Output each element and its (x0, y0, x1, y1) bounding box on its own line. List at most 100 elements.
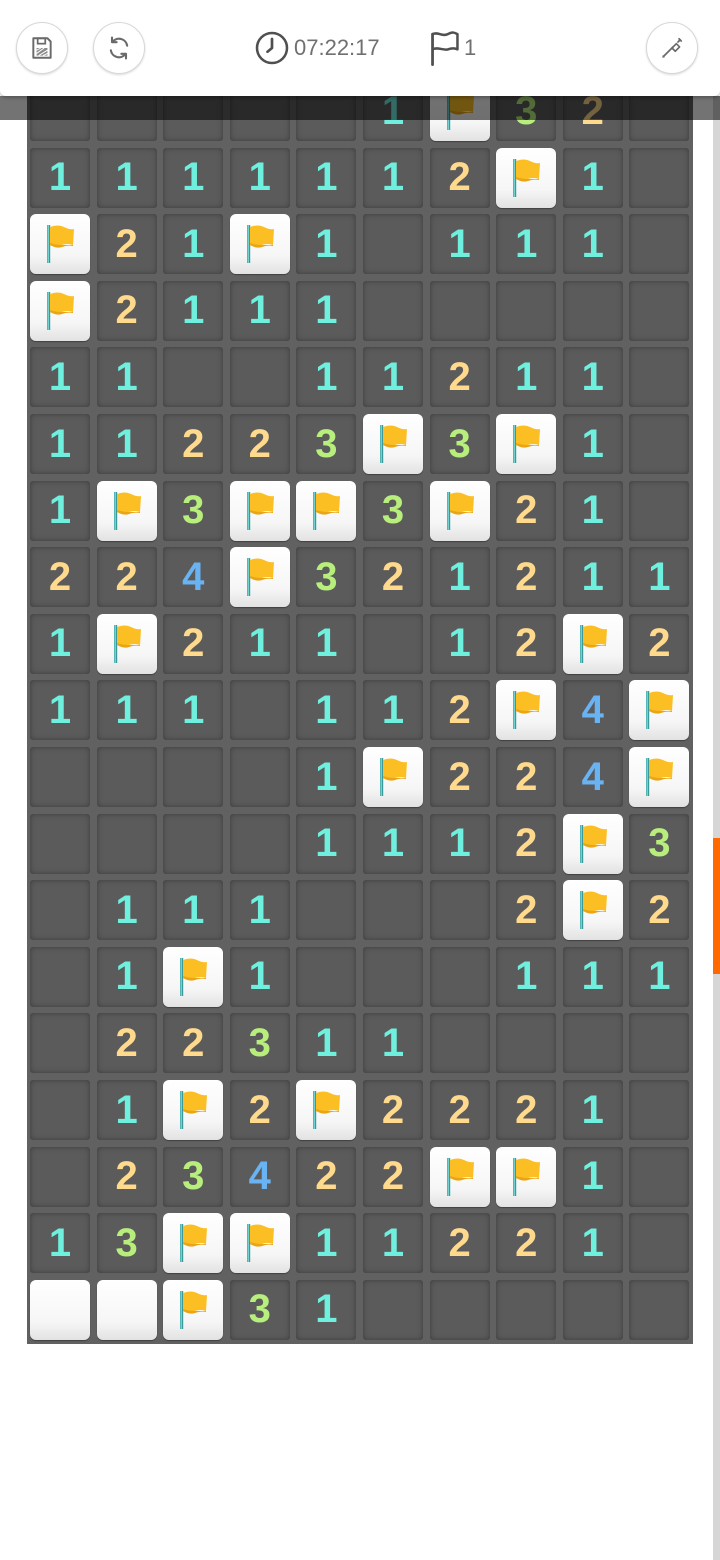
number-cell[interactable]: 1 (96, 680, 157, 741)
number-cell[interactable]: 1 (363, 813, 423, 874)
number-cell[interactable]: 1 (229, 280, 290, 341)
flagged-cell[interactable] (163, 1279, 224, 1340)
empty-cell[interactable] (629, 480, 690, 541)
empty-cell[interactable] (429, 1013, 490, 1074)
save-button[interactable] (16, 22, 68, 74)
number-cell[interactable]: 1 (562, 480, 623, 541)
flagged-cell[interactable] (363, 747, 423, 807)
number-cell[interactable]: 2 (96, 214, 157, 275)
number-cell[interactable]: 3 (296, 547, 357, 608)
number-cell[interactable]: 1 (30, 680, 90, 741)
empty-cell[interactable] (629, 280, 690, 341)
number-cell[interactable]: 2 (363, 1080, 423, 1140)
empty-cell[interactable] (496, 1013, 557, 1074)
flagged-cell[interactable] (229, 547, 290, 608)
number-cell[interactable]: 1 (296, 1213, 357, 1274)
number-cell[interactable]: 2 (629, 613, 690, 674)
number-cell[interactable]: 2 (96, 280, 157, 341)
flagged-cell[interactable] (629, 747, 690, 807)
unrevealed-cell[interactable] (96, 1279, 157, 1340)
number-cell[interactable]: 3 (629, 813, 690, 874)
number-cell[interactable]: 2 (429, 1213, 490, 1274)
minesweeper-board[interactable]: 1321111112121111121111111211112233113321… (27, 78, 693, 1344)
empty-cell[interactable] (363, 280, 423, 341)
number-cell[interactable]: 2 (96, 1013, 157, 1074)
number-cell[interactable]: 1 (562, 147, 623, 208)
empty-cell[interactable] (629, 1279, 690, 1340)
flagged-cell[interactable] (429, 480, 490, 541)
number-cell[interactable]: 1 (96, 880, 157, 941)
number-cell[interactable]: 1 (30, 613, 90, 674)
number-cell[interactable]: 2 (30, 547, 90, 608)
number-cell[interactable]: 1 (296, 214, 357, 275)
number-cell[interactable]: 2 (496, 747, 557, 807)
empty-cell[interactable] (496, 1279, 557, 1340)
number-cell[interactable]: 3 (229, 1013, 290, 1074)
scrollbar-thumb[interactable] (713, 838, 720, 974)
number-cell[interactable]: 2 (429, 347, 490, 408)
empty-cell[interactable] (429, 880, 490, 941)
empty-cell[interactable] (163, 813, 224, 874)
empty-cell[interactable] (30, 880, 90, 941)
number-cell[interactable]: 1 (229, 147, 290, 208)
empty-cell[interactable] (229, 813, 290, 874)
number-cell[interactable]: 2 (296, 1146, 357, 1207)
number-cell[interactable]: 1 (363, 1213, 423, 1274)
number-cell[interactable]: 4 (163, 547, 224, 608)
flagged-cell[interactable] (229, 214, 290, 275)
number-cell[interactable]: 2 (496, 480, 557, 541)
flagged-cell[interactable] (296, 1080, 357, 1140)
empty-cell[interactable] (30, 946, 90, 1007)
number-cell[interactable]: 2 (429, 747, 490, 807)
number-cell[interactable]: 1 (296, 1279, 357, 1340)
number-cell[interactable]: 2 (429, 680, 490, 741)
number-cell[interactable]: 3 (163, 480, 224, 541)
number-cell[interactable]: 1 (296, 813, 357, 874)
number-cell[interactable]: 1 (96, 1080, 157, 1140)
flagged-cell[interactable] (496, 147, 557, 208)
empty-cell[interactable] (629, 1213, 690, 1274)
number-cell[interactable]: 2 (629, 880, 690, 941)
number-cell[interactable]: 1 (163, 147, 224, 208)
empty-cell[interactable] (429, 280, 490, 341)
flagged-cell[interactable] (229, 1213, 290, 1274)
empty-cell[interactable] (229, 747, 290, 807)
number-cell[interactable]: 1 (163, 680, 224, 741)
number-cell[interactable]: 2 (496, 613, 557, 674)
number-cell[interactable]: 1 (363, 147, 423, 208)
flagged-cell[interactable] (163, 1080, 224, 1140)
number-cell[interactable]: 1 (296, 747, 357, 807)
number-cell[interactable]: 4 (562, 747, 623, 807)
unrevealed-cell[interactable] (30, 1279, 90, 1340)
empty-cell[interactable] (163, 347, 224, 408)
number-cell[interactable]: 3 (363, 480, 423, 541)
empty-cell[interactable] (30, 1146, 90, 1207)
number-cell[interactable]: 1 (96, 147, 157, 208)
empty-cell[interactable] (496, 280, 557, 341)
number-cell[interactable]: 2 (363, 1146, 423, 1207)
empty-cell[interactable] (363, 946, 423, 1007)
empty-cell[interactable] (363, 613, 423, 674)
flagged-cell[interactable] (163, 946, 224, 1007)
number-cell[interactable]: 1 (296, 1013, 357, 1074)
number-cell[interactable]: 2 (429, 147, 490, 208)
number-cell[interactable]: 3 (229, 1279, 290, 1340)
number-cell[interactable]: 1 (496, 214, 557, 275)
number-cell[interactable]: 1 (30, 147, 90, 208)
empty-cell[interactable] (629, 1080, 690, 1140)
number-cell[interactable]: 1 (296, 280, 357, 341)
number-cell[interactable]: 2 (96, 1146, 157, 1207)
number-cell[interactable]: 4 (562, 680, 623, 741)
empty-cell[interactable] (229, 347, 290, 408)
number-cell[interactable]: 3 (96, 1213, 157, 1274)
number-cell[interactable]: 1 (296, 147, 357, 208)
flagged-cell[interactable] (229, 480, 290, 541)
empty-cell[interactable] (429, 1279, 490, 1340)
empty-cell[interactable] (96, 813, 157, 874)
empty-cell[interactable] (562, 1279, 623, 1340)
number-cell[interactable]: 2 (496, 880, 557, 941)
number-cell[interactable]: 2 (496, 547, 557, 608)
flagged-cell[interactable] (562, 813, 623, 874)
empty-cell[interactable] (363, 214, 423, 275)
empty-cell[interactable] (363, 880, 423, 941)
